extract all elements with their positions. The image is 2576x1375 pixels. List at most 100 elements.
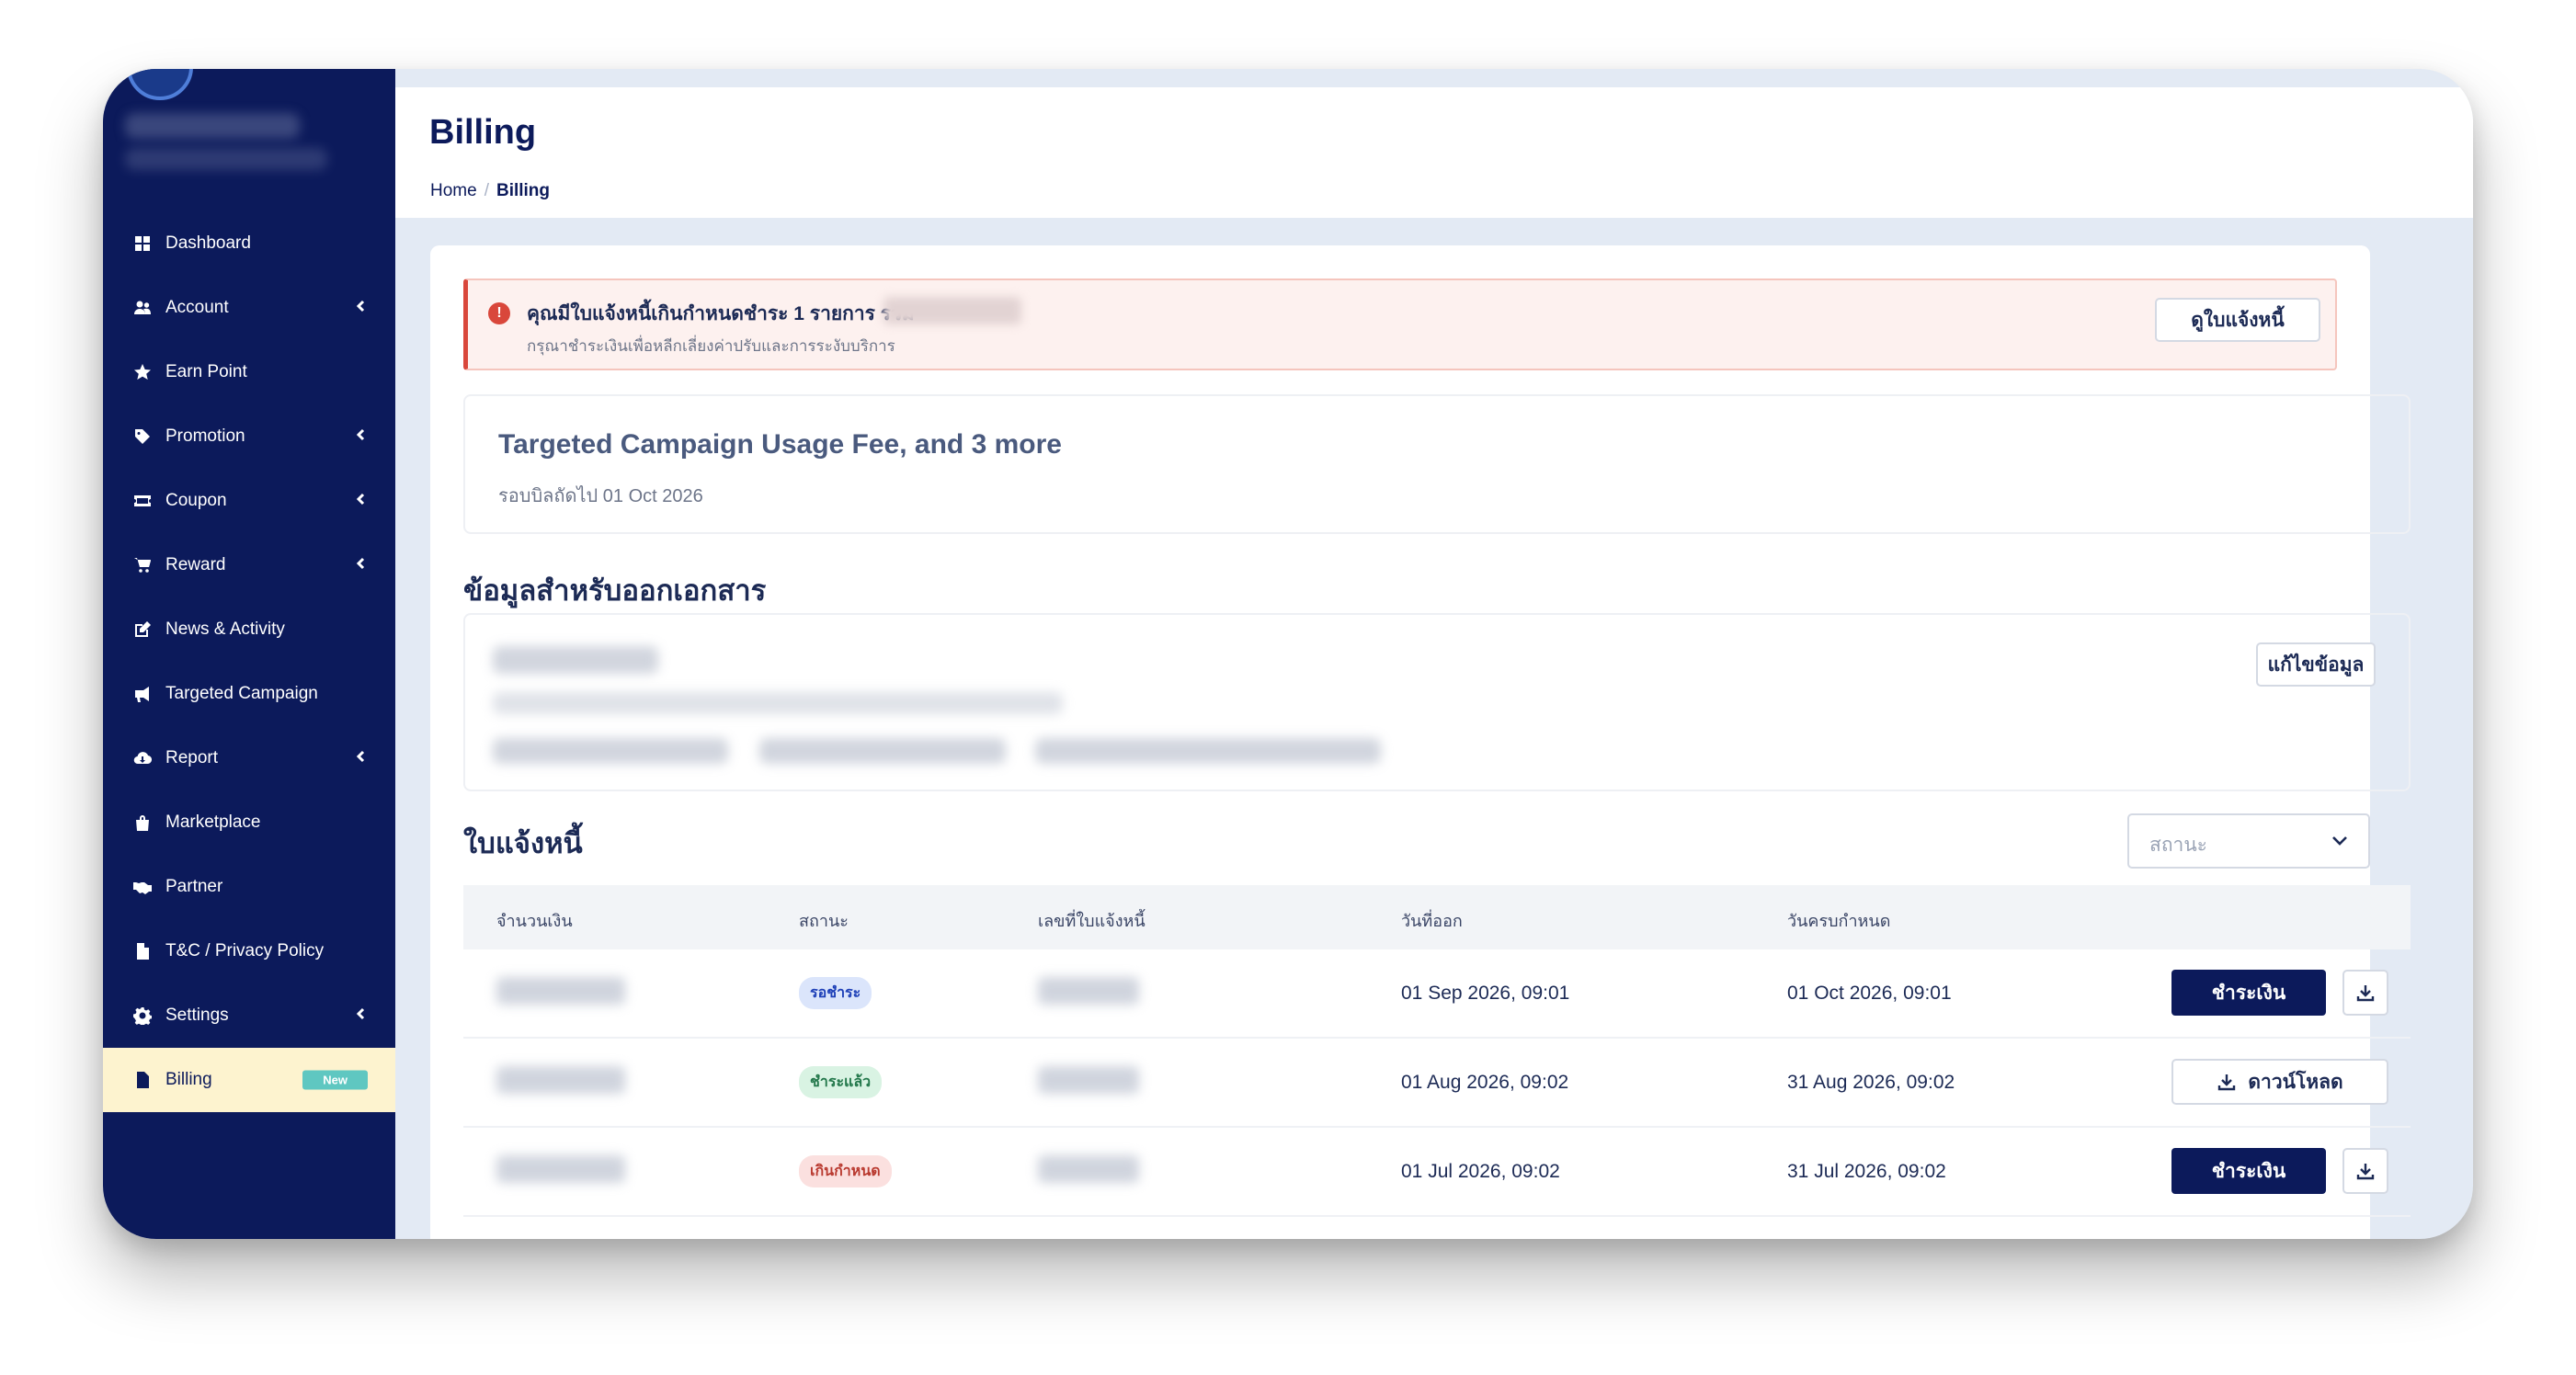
status-badge: เกินกำหนด [799,1155,892,1188]
billing-summary: Targeted Campaign Usage Fee, and 3 more … [463,394,2411,534]
table-header: จำนวนเงิน สถานะ เลขที่ใบแจ้งหนี้ วันที่อ… [463,885,2411,949]
breadcrumb-current: Billing [496,181,551,200]
handshake-icon [131,878,154,896]
pay-button[interactable]: ชำระเงิน [2171,970,2326,1016]
sidebar: Dashboard Account Earn Point Promotion C… [103,69,395,1239]
alert-icon: ! [488,302,510,324]
file-invoice-icon [131,1071,154,1089]
sidebar-item-label: Reward [165,555,226,574]
megaphone-icon [131,685,154,703]
chevron-left-icon [355,1006,368,1026]
alert-amount-redacted [883,297,1021,324]
avatar[interactable] [127,69,193,100]
download-icon [2356,985,2375,1002]
overdue-alert: ! คุณมีใบแจ้งหนี้เกินกำหนดชำระ 1 รายการ … [463,278,2337,370]
sidebar-item-promotion[interactable]: Promotion [103,404,395,469]
sidebar-item-label: Targeted Campaign [165,684,318,703]
sidebar-item-report[interactable]: Report [103,726,395,790]
breadcrumb-separator: / [484,181,489,200]
chevron-left-icon [355,748,368,768]
phone-redacted [1035,738,1381,764]
sidebar-item-coupon[interactable]: Coupon [103,469,395,533]
sidebar-item-marketplace[interactable]: Marketplace [103,790,395,855]
due-date: 31 Jul 2026, 09:02 [1787,1161,1946,1182]
cloud-download-icon [131,749,154,767]
star-icon [131,363,154,381]
sidebar-item-label: Billing [165,1070,212,1089]
status-filter-placeholder: สถานะ [2149,835,2207,856]
dashboard-icon [131,234,154,253]
sidebar-item-news-activity[interactable]: News & Activity [103,597,395,662]
status-filter-select[interactable]: สถานะ [2127,813,2370,869]
download-button[interactable] [2342,1148,2388,1194]
download-icon [2218,1074,2236,1091]
cart-icon [131,556,154,574]
alert-title: คุณมีใบแจ้งหนี้เกินกำหนดชำระ 1 รายการ รว… [527,303,915,324]
sidebar-item-settings[interactable]: Settings [103,983,395,1048]
summary-title: Targeted Campaign Usage Fee, and 3 more [498,429,1062,460]
due-date: 01 Oct 2026, 09:01 [1787,983,1952,1004]
column-header-amount: จำนวนเงิน [496,912,573,930]
new-badge: New [302,1070,368,1090]
invoices-title: ใบแจ้งหนี้ [463,827,583,859]
sidebar-item-label: Dashboard [165,233,251,253]
chevron-left-icon [355,426,368,447]
column-header-status: สถานะ [799,912,849,930]
column-header-due-date: วันครบกำหนด [1787,912,1891,930]
status-badge: รอชำระ [799,977,872,1009]
edit-icon [131,620,154,639]
alert-subtitle: กรุณาชำระเงินเพื่อหลีกเลี่ยงค่าปรับและกา… [527,337,895,355]
sidebar-item-billing[interactable]: Billing New [103,1048,395,1112]
sidebar-item-tnc-privacy[interactable]: T&C / Privacy Policy [103,919,395,983]
issued-date: 01 Aug 2026, 09:02 [1401,1072,1569,1093]
sidebar-item-label: Earn Point [165,362,247,381]
company-name-redacted [493,646,658,674]
sidebar-item-label: Promotion [165,426,245,446]
sidebar-item-partner[interactable]: Partner [103,855,395,919]
table-row: ชำระแล้ว 01 Aug 2026, 09:02 31 Aug 2026,… [463,1039,2411,1128]
download-icon [2356,1164,2375,1180]
user-role-redacted [125,148,327,170]
edit-info-button[interactable]: แก้ไขข้อมูล [2256,642,2376,687]
sidebar-item-account[interactable]: Account [103,276,395,340]
sidebar-item-label: Marketplace [165,812,261,832]
chevron-left-icon [355,298,368,318]
address-redacted [493,692,1063,714]
issued-date: 01 Sep 2026, 09:01 [1401,983,1570,1004]
amount-redacted [496,1066,625,1094]
chevron-left-icon [355,555,368,575]
status-badge: ชำระแล้ว [799,1066,883,1098]
invoices-table: จำนวนเงิน สถานะ เลขที่ใบแจ้งหนี้ วันที่อ… [463,885,2411,1217]
sidebar-item-label: Settings [165,1006,229,1025]
sidebar-item-label: Partner [165,877,223,896]
sidebar-item-reward[interactable]: Reward [103,533,395,597]
breadcrumb: Home / Billing [430,181,550,201]
chevron-left-icon [355,491,368,511]
view-invoices-button[interactable]: ดูใบแจ้งหนี้ [2155,298,2320,342]
ticket-icon [131,492,154,510]
download-button[interactable]: ดาวน์โหลด [2171,1059,2388,1105]
email-redacted [759,738,1006,764]
chevron-down-icon [2330,830,2350,855]
app-window: Dashboard Account Earn Point Promotion C… [103,69,2473,1239]
page-title: Billing [429,113,537,152]
user-name-redacted [125,113,300,139]
breadcrumb-home[interactable]: Home [430,181,477,200]
main-content: Billing Home / Billing ! คุณมีใบแจ้งหนี้เก… [395,69,2473,1239]
document-info-title: ข้อมูลสำหรับออกเอกสาร [463,574,767,607]
file-icon [131,942,154,960]
sidebar-item-dashboard[interactable]: Dashboard [103,211,395,276]
gear-icon [131,1006,154,1025]
pay-button[interactable]: ชำระเงิน [2171,1148,2326,1194]
download-button[interactable] [2342,970,2388,1016]
sidebar-item-earn-point[interactable]: Earn Point [103,340,395,404]
sidebar-item-targeted-campaign[interactable]: Targeted Campaign [103,662,395,726]
document-info-panel: แก้ไขข้อมูล [463,613,2411,791]
invoice-number-redacted [1038,977,1139,1005]
amount-redacted [496,1155,625,1183]
bag-icon [131,813,154,832]
download-label: ดาวน์โหลด [2248,1071,2343,1093]
invoice-number-redacted [1038,1066,1139,1094]
billing-card: ! คุณมีใบแจ้งหนี้เกินกำหนดชำระ 1 รายการ … [430,245,2411,1239]
users-icon [131,299,154,317]
